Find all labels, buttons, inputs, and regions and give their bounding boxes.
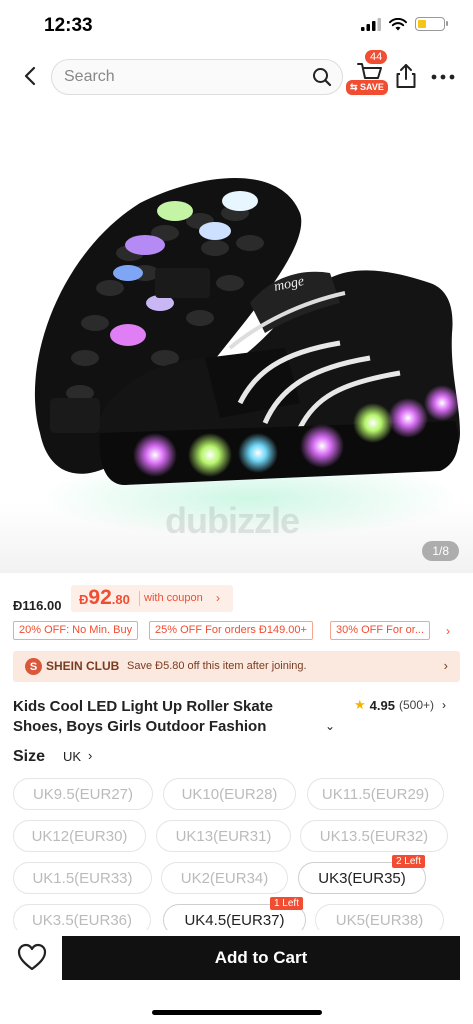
size-label: Size [13, 748, 46, 765]
heart-icon[interactable] [16, 942, 48, 972]
size-option[interactable]: UK13(EUR31) [156, 820, 291, 852]
status-icons [361, 17, 448, 31]
coupon-price: Đ92.80 [79, 586, 130, 609]
status-bar: 12:33 [0, 0, 473, 52]
size-option[interactable]: UK12(EUR30) [13, 820, 146, 852]
watermark: dubizzle [165, 500, 300, 541]
product-title-block[interactable]: Kids Cool LED Light Up Roller Skate Shoe… [13, 697, 335, 739]
promo-row: 20% OFF: No Min. Buy 25% OFF For orders … [13, 621, 473, 641]
rating[interactable]: ★ 4.95 (500+) › [354, 697, 446, 713]
shein-club-banner[interactable]: S SHEIN CLUB Save Đ5.80 off this item af… [13, 651, 460, 682]
promo-chip[interactable]: 25% OFF For orders Đ149.00+ [149, 621, 313, 640]
club-text: Save Đ5.80 off this item after joining. [127, 660, 307, 672]
back-arrow-icon [24, 66, 36, 86]
size-option[interactable]: UK2(EUR34) [161, 862, 288, 894]
size-option[interactable]: UK1.5(EUR33) [13, 862, 152, 894]
coupon-price-box[interactable]: Đ92.80 with coupon › [71, 585, 233, 612]
add-to-cart-button[interactable]: Add to Cart [62, 936, 460, 980]
promo-more-icon[interactable]: › [441, 621, 455, 640]
chevron-right-icon: › [443, 658, 448, 673]
chevron-right-icon: › [216, 591, 220, 605]
coupon-label: with coupon [144, 592, 203, 604]
stock-badge: 2 Left [391, 855, 425, 868]
search-icon[interactable] [312, 67, 332, 87]
size-option-available[interactable]: UK3(EUR35) 2 Left [298, 855, 426, 894]
stock-badge: 1 Left [269, 897, 303, 910]
wifi-icon [389, 17, 407, 30]
chevron-right-icon[interactable]: › [88, 748, 92, 763]
size-option[interactable]: UK9.5(EUR27) [13, 778, 153, 810]
save-tag: ⇆ SAVE [346, 80, 388, 95]
battery-icon [415, 17, 448, 31]
home-indicator [152, 1010, 322, 1015]
image-counter: 1/8 [422, 541, 459, 561]
size-option[interactable]: UK11.5(EUR29) [307, 778, 444, 810]
nav-bar: 44 ⇆ SAVE [0, 50, 473, 99]
chevron-right-icon: › [442, 698, 446, 712]
product-image[interactable]: moge dubizzle 1/8 [0, 103, 473, 573]
rating-count: (500+) [398, 698, 434, 712]
chevron-down-icon[interactable]: ⌄ [325, 719, 335, 733]
size-option[interactable]: UK10(EUR28) [163, 778, 296, 810]
bottom-action-bar: Add to Cart [0, 930, 473, 988]
status-time: 12:33 [44, 15, 93, 36]
cart-count-badge: 44 [365, 50, 388, 64]
size-option[interactable]: UK13.5(EUR32) [300, 820, 448, 852]
star-icon: ★ [354, 697, 366, 712]
club-logo-icon: S [25, 658, 42, 675]
club-name: SHEIN CLUB [46, 659, 120, 673]
search-input[interactable] [64, 60, 304, 94]
rating-score: 4.95 [369, 697, 395, 713]
share-icon[interactable] [395, 63, 417, 89]
signal-icon [361, 17, 381, 31]
original-price: Đ116.00 [13, 598, 62, 613]
product-title: Kids Cool LED Light Up Roller Skate Shoe… [13, 698, 274, 735]
size-unit-selector[interactable]: UK [63, 749, 81, 764]
price-row: Đ116.00 Đ92.80 with coupon › [0, 585, 473, 613]
save-tag-label: SAVE [360, 82, 384, 92]
more-icon[interactable] [430, 69, 456, 85]
search-box[interactable] [51, 59, 343, 95]
back-button[interactable] [16, 61, 44, 91]
promo-chip[interactable]: 20% OFF: No Min. Buy [13, 621, 139, 640]
coupon-separator [139, 591, 140, 606]
promo-chip[interactable]: 30% OFF For or... [330, 621, 431, 640]
